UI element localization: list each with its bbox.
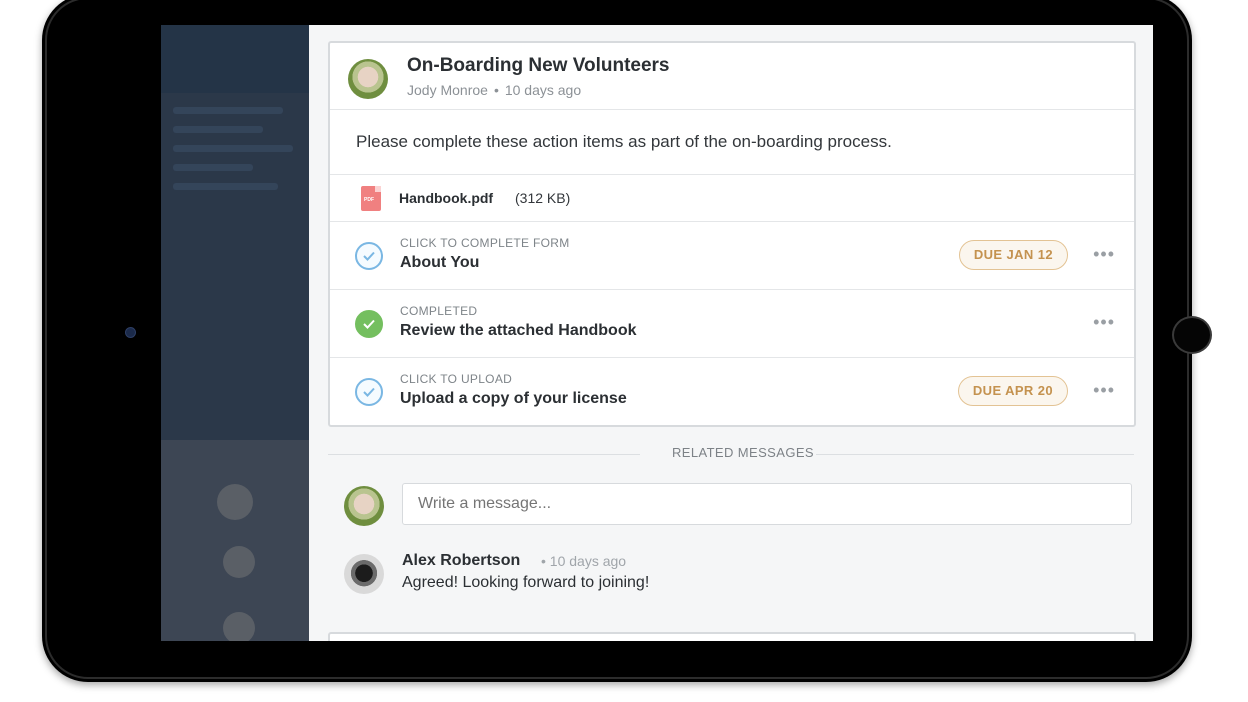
- action-title[interactable]: About You: [400, 254, 479, 272]
- background-app-header: [161, 25, 309, 93]
- post-card: On-Boarding New Volunteers Jody Monroe • 1…: [328, 41, 1136, 427]
- action-title[interactable]: Upload a copy of your license: [400, 390, 627, 408]
- background-app-messages: [161, 440, 309, 641]
- post-header: On-Boarding New Volunteers Jody Monroe • 1…: [330, 43, 1134, 110]
- message-input[interactable]: [402, 483, 1132, 525]
- more-options-icon[interactable]: •••: [1093, 381, 1115, 399]
- action-title[interactable]: Review the attached Handbook: [400, 322, 637, 340]
- next-post-card: [328, 632, 1136, 641]
- message-time-text: 10 days ago: [549, 553, 627, 569]
- avatar[interactable]: [344, 554, 384, 594]
- post-time: 10 days ago: [504, 82, 582, 98]
- camera-icon: [125, 327, 136, 338]
- message-text: Agreed! Looking forward to joining!: [402, 574, 650, 591]
- action-item[interactable]: CLICK TO UPLOAD Upload a copy of your li…: [330, 358, 1134, 425]
- due-badge: DUE APR 20: [957, 376, 1068, 406]
- post-body: Please complete these action items as pa…: [330, 110, 1134, 175]
- more-options-icon[interactable]: •••: [1093, 245, 1115, 263]
- background-avatar: [223, 612, 255, 641]
- separator-dot: •: [541, 553, 550, 569]
- action-label: CLICK TO COMPLETE FORM: [400, 236, 570, 250]
- related-messages-label: RELATED MESSAGES: [658, 445, 828, 460]
- action-label: CLICK TO UPLOAD: [400, 372, 513, 386]
- avatar: [344, 486, 384, 526]
- more-options-icon[interactable]: •••: [1093, 313, 1115, 331]
- attachment-size: (312 KB): [515, 190, 571, 206]
- message-detail-panel: On-Boarding New Volunteers Jody Monroe • 1…: [309, 25, 1153, 641]
- avatar[interactable]: [348, 59, 388, 99]
- post-meta: Jody Monroe • 10 days ago: [407, 82, 581, 98]
- background-avatar: [217, 484, 253, 520]
- separator-dot: •: [493, 82, 499, 98]
- check-circle-icon[interactable]: [355, 310, 383, 338]
- attachment-name[interactable]: Handbook.pdf: [399, 190, 493, 206]
- action-item[interactable]: CLICK TO COMPLETE FORM About You DUE JAN…: [330, 222, 1134, 290]
- message-author[interactable]: Alex Robertson: [402, 552, 520, 570]
- screen: On-Boarding New Volunteers Jody Monroe • 1…: [161, 25, 1153, 641]
- post-title: On-Boarding New Volunteers: [407, 55, 670, 76]
- post-author[interactable]: Jody Monroe: [407, 82, 488, 98]
- check-circle-icon[interactable]: [355, 378, 383, 406]
- action-label: COMPLETED: [400, 304, 478, 318]
- action-item[interactable]: COMPLETED Review the attached Handbook •…: [330, 290, 1134, 358]
- background-app-overlay: [161, 25, 309, 641]
- home-button[interactable]: [1172, 316, 1212, 354]
- divider-line: [328, 454, 640, 455]
- post-body-text: Please complete these action items as pa…: [356, 132, 892, 151]
- check-circle-icon[interactable]: [355, 242, 383, 270]
- pdf-icon: [361, 186, 381, 211]
- related-messages-divider: RELATED MESSAGES: [328, 445, 1134, 460]
- divider-line: [816, 454, 1134, 455]
- background-app-list: [173, 107, 303, 202]
- message-time: • 10 days ago: [541, 553, 626, 569]
- background-avatar: [223, 546, 255, 578]
- due-badge: DUE JAN 12: [958, 240, 1068, 270]
- tablet-frame: On-Boarding New Volunteers Jody Monroe • 1…: [42, 0, 1212, 682]
- attachment[interactable]: Handbook.pdf (312 KB): [330, 175, 1134, 222]
